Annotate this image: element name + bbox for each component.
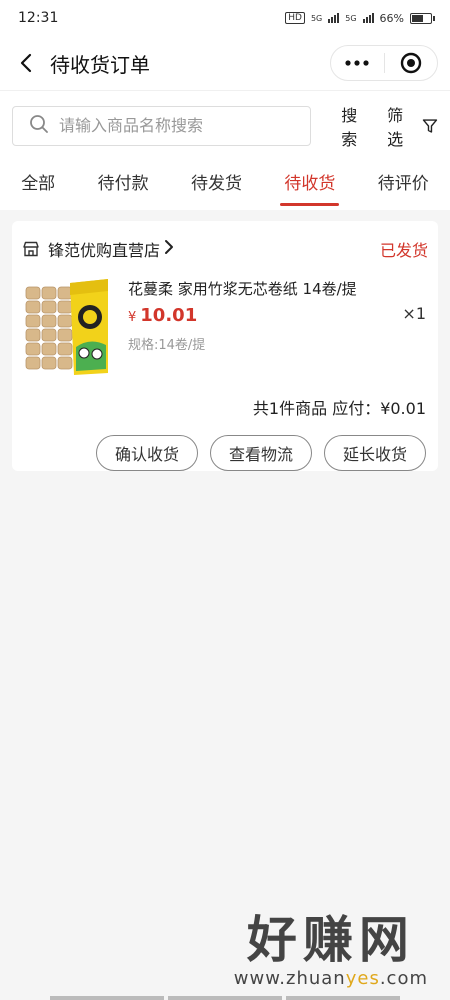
signal-label-1: 5G	[310, 13, 323, 23]
shop-header[interactable]: 锋范优购直营店 已发货	[12, 221, 438, 277]
watermark-url-part-c: .com	[379, 968, 428, 989]
signal-icon-2	[362, 13, 374, 23]
nav-bar: 待收货订单	[0, 36, 450, 90]
product-name: 花蔓柔 家用竹浆无芯卷纸 14卷/提	[128, 280, 357, 298]
shop-name: 锋范优购直营店	[48, 241, 161, 260]
watermark-url-part-a: www.zhuan	[233, 968, 346, 989]
tab-pending-review[interactable]: 待评价	[374, 163, 433, 200]
page-title: 待收货订单	[50, 52, 150, 77]
product-item[interactable]: 花蔓柔 家用竹浆无芯卷纸 14卷/提 ¥10.01 规格:14卷/提 ×1	[12, 277, 438, 381]
mini-program-capsule	[330, 45, 438, 81]
view-logistics-button[interactable]: 查看物流	[210, 435, 312, 471]
search-box[interactable]	[12, 105, 312, 146]
more-dots-icon[interactable]	[331, 46, 384, 80]
product-info: 花蔓柔 家用竹浆无芯卷纸 14卷/提 ¥10.01 规格:14卷/提	[128, 278, 388, 381]
price-currency: ¥	[128, 310, 137, 325]
product-spec: 规格:14卷/提	[128, 338, 206, 353]
filter-label: 筛选	[387, 105, 404, 149]
watermark-url-part-b: yes	[345, 968, 380, 989]
tab-pending-shipment[interactable]: 待发货	[187, 163, 246, 200]
chevron-right-icon	[164, 239, 174, 259]
watermark-url: www.zhuanyes.com	[234, 968, 428, 989]
signal-icon	[328, 13, 340, 23]
hd-network-icon: HD	[285, 12, 305, 24]
order-status: 已发货	[379, 241, 428, 260]
watermark: 好赚网 www.zhuanyes.com	[234, 912, 428, 989]
status-icons: HD 5G 5G 66%	[285, 11, 435, 25]
gesture-bar	[50, 996, 400, 1000]
product-price: ¥10.01	[128, 305, 388, 326]
product-quantity: ×1	[402, 304, 426, 323]
search-bar: 搜索 筛选	[0, 90, 450, 160]
tab-pending-receipt[interactable]: 待收货	[280, 163, 340, 206]
filter-icon	[422, 118, 438, 133]
order-tabs: 全部 待付款 待发货 待收货 待评价	[0, 160, 450, 210]
search-input[interactable]	[59, 116, 279, 135]
tab-all[interactable]: 全部	[17, 163, 59, 200]
order-card: 锋范优购直营店 已发货 花蔓柔 家用竹浆无芯卷纸 14卷/提 ¥ 10.01 规…	[12, 221, 438, 471]
battery-percent: 66%	[379, 11, 404, 25]
confirm-receipt-button[interactable]: 确认收货	[96, 435, 198, 471]
watermark-logo: 好赚网	[246, 911, 415, 969]
status-time: 12:31	[18, 10, 59, 26]
chevron-left-icon[interactable]	[16, 53, 36, 73]
product-image	[22, 277, 112, 377]
battery-fill	[412, 14, 424, 22]
signal-label-2: 5G	[345, 13, 357, 23]
order-summary: 共1件商品 应付：¥0.01	[252, 399, 426, 418]
target-circle-icon[interactable]	[385, 46, 438, 80]
extend-receipt-button[interactable]: 延长收货	[324, 435, 426, 471]
status-bar: 12:31 HD 5G 5G 66%	[0, 0, 450, 36]
search-button[interactable]: 搜索	[341, 102, 373, 150]
filter-button[interactable]: 筛选	[387, 102, 438, 150]
price-value: 10.01	[140, 305, 198, 326]
store-icon	[22, 240, 40, 258]
search-icon	[29, 114, 49, 138]
order-actions: 确认收货 查看物流 延长收货	[12, 419, 438, 471]
battery-icon	[410, 12, 435, 24]
tab-pending-payment[interactable]: 待付款	[94, 163, 153, 200]
